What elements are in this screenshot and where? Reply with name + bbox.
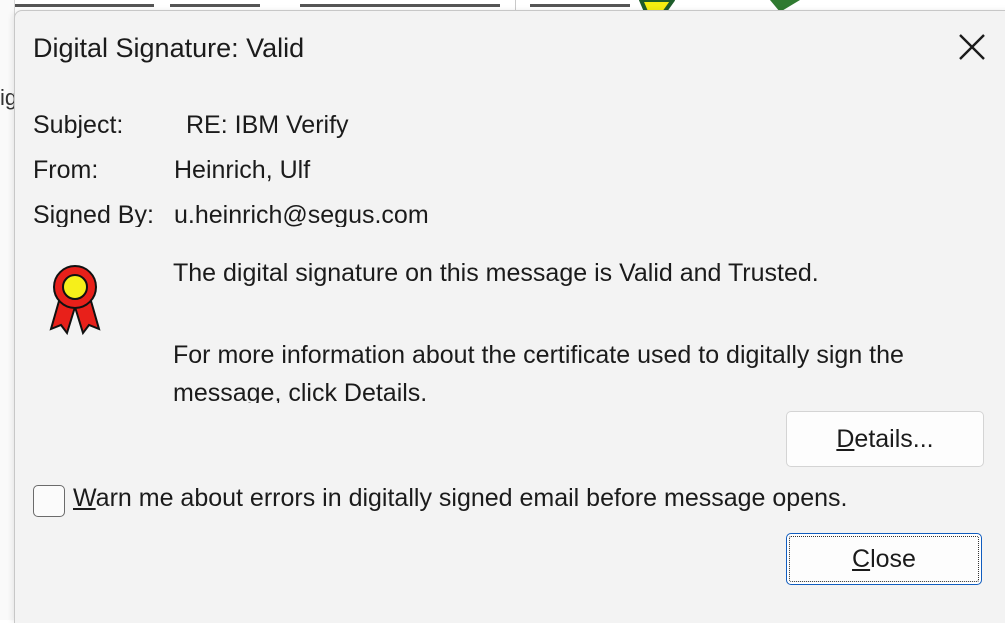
details-button-accel: D — [836, 425, 855, 453]
details-button-label: etails... — [854, 425, 934, 453]
from-value: Heinrich, Ulf — [174, 156, 311, 184]
background-text-line — [300, 4, 500, 7]
details-button[interactable]: Details... — [786, 411, 984, 467]
signed-by-label: Signed By: — [33, 201, 154, 227]
award-ribbon-icon — [49, 265, 101, 336]
signature-valid-message: The digital signature on this message is… — [173, 259, 819, 287]
signed-by-value: u.heinrich@segus.com — [174, 201, 429, 227]
background-text-line — [530, 4, 630, 7]
certificate-info-message: For more information about the certifica… — [173, 341, 904, 403]
close-icon[interactable] — [954, 29, 990, 65]
signed-by-row: Signed By: u.heinrich@segus.com — [15, 193, 1005, 227]
warn-checkbox-label[interactable]: Warn me about errors in digitally signed… — [73, 484, 847, 513]
warn-checkbox-accel: W — [73, 484, 96, 512]
background-text-line — [14, 4, 154, 7]
close-button[interactable]: Close — [786, 533, 982, 585]
subject-value: RE: IBM Verify — [186, 111, 349, 139]
warn-checkbox-text: arn me about errors in digitally signed … — [95, 484, 848, 512]
close-button-accel: C — [852, 545, 871, 573]
warn-checkbox[interactable] — [33, 485, 65, 517]
subject-label: Subject: — [33, 111, 124, 139]
close-button-label: lose — [870, 545, 916, 573]
dialog-title: Digital Signature: Valid — [33, 33, 305, 63]
background-text-line — [170, 4, 260, 7]
dialog-titlebar: Digital Signature: Valid — [15, 11, 1005, 81]
from-label: From: — [33, 156, 99, 184]
certificate-info-region: For more information about the certifica… — [173, 336, 993, 403]
digital-signature-dialog: Digital Signature: Valid Subject: RE: IB… — [14, 10, 1005, 623]
